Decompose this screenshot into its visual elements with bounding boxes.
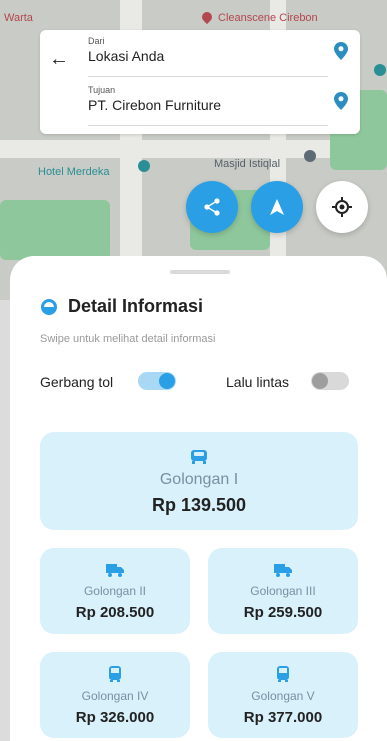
toll-class-name: Golongan II bbox=[83, 583, 147, 598]
detail-bottom-sheet[interactable]: Detail Informasi Swipe untuk melihat det… bbox=[10, 256, 387, 741]
map-label-mosque: Masjid Istiqlal bbox=[214, 158, 281, 170]
origin-caption: Dari bbox=[88, 36, 105, 46]
toll-class-card-4[interactable]: Golongan IV Rp 326.000 bbox=[40, 652, 190, 738]
divider bbox=[88, 125, 328, 126]
truck-icon bbox=[106, 563, 124, 577]
map-label-top-center: Cleanscene Cirebon bbox=[218, 12, 318, 24]
hotel-pin-icon bbox=[138, 160, 150, 172]
toll-class-card-1[interactable]: Golongan I Rp 139.500 bbox=[40, 432, 358, 530]
toggle-knob bbox=[312, 373, 328, 389]
destination-caption: Tujuan bbox=[88, 85, 116, 95]
info-icon bbox=[41, 298, 57, 315]
back-button[interactable]: ← bbox=[48, 48, 70, 70]
bus-icon bbox=[109, 665, 121, 682]
crosshair-icon bbox=[332, 197, 352, 217]
map-park bbox=[0, 200, 110, 260]
navigate-button[interactable] bbox=[251, 181, 303, 233]
sheet-title: Detail Informasi bbox=[68, 296, 204, 316]
toll-class-price: Rp 377.000 bbox=[243, 708, 323, 726]
toll-class-card-3[interactable]: Golongan III Rp 259.500 bbox=[208, 548, 358, 634]
toll-class-card-2[interactable]: Golongan II Rp 208.500 bbox=[40, 548, 190, 634]
destination-value: PT. Cirebon Furniture bbox=[88, 97, 222, 113]
toll-gate-label: Gerbang tol bbox=[40, 374, 114, 390]
map-pin-icon bbox=[374, 64, 386, 76]
traffic-toggle[interactable] bbox=[311, 372, 349, 390]
my-location-button[interactable] bbox=[316, 181, 368, 233]
origin-location-pin-icon[interactable] bbox=[334, 42, 348, 60]
toll-class-price: Rp 259.500 bbox=[243, 603, 323, 621]
share-button[interactable] bbox=[186, 181, 238, 233]
map-road bbox=[0, 140, 387, 158]
map-place-pin-icon bbox=[199, 9, 215, 25]
toll-class-price: Rp 139.500 bbox=[151, 494, 247, 515]
share-icon bbox=[204, 198, 220, 216]
origin-field[interactable]: Dari Lokasi Anda bbox=[88, 36, 328, 77]
sheet-subtitle: Swipe untuk melihat detail informasi bbox=[40, 333, 216, 345]
origin-value: Lokasi Anda bbox=[88, 48, 165, 64]
destination-location-pin-icon[interactable] bbox=[334, 92, 348, 110]
mosque-pin-icon bbox=[304, 150, 316, 162]
car-icon bbox=[191, 449, 207, 464]
toggle-knob bbox=[159, 373, 175, 389]
truck-icon bbox=[274, 563, 292, 577]
toll-class-name: Golongan IV bbox=[81, 688, 149, 703]
destination-field[interactable]: Tujuan PT. Cirebon Furniture bbox=[88, 85, 328, 126]
toll-class-name: Golongan I bbox=[159, 470, 239, 488]
sheet-header: Detail Informasi bbox=[40, 296, 203, 317]
divider bbox=[88, 76, 328, 77]
toll-class-price: Rp 326.000 bbox=[75, 708, 155, 726]
toll-class-name: Golongan V bbox=[251, 688, 315, 703]
toll-gate-toggle[interactable] bbox=[138, 372, 176, 390]
traffic-label: Lalu lintas bbox=[226, 374, 290, 390]
bus-icon bbox=[277, 665, 289, 682]
toll-class-card-5[interactable]: Golongan V Rp 377.000 bbox=[208, 652, 358, 738]
map-label-hotel: Hotel Merdeka bbox=[38, 166, 110, 178]
toll-class-price: Rp 208.500 bbox=[75, 603, 155, 621]
navigation-arrow-icon bbox=[270, 199, 284, 215]
toll-class-name: Golongan III bbox=[250, 583, 316, 598]
map-label-top-left: Warta bbox=[4, 12, 33, 24]
arrow-left-icon: ← bbox=[49, 47, 69, 70]
drag-handle[interactable] bbox=[170, 270, 230, 274]
